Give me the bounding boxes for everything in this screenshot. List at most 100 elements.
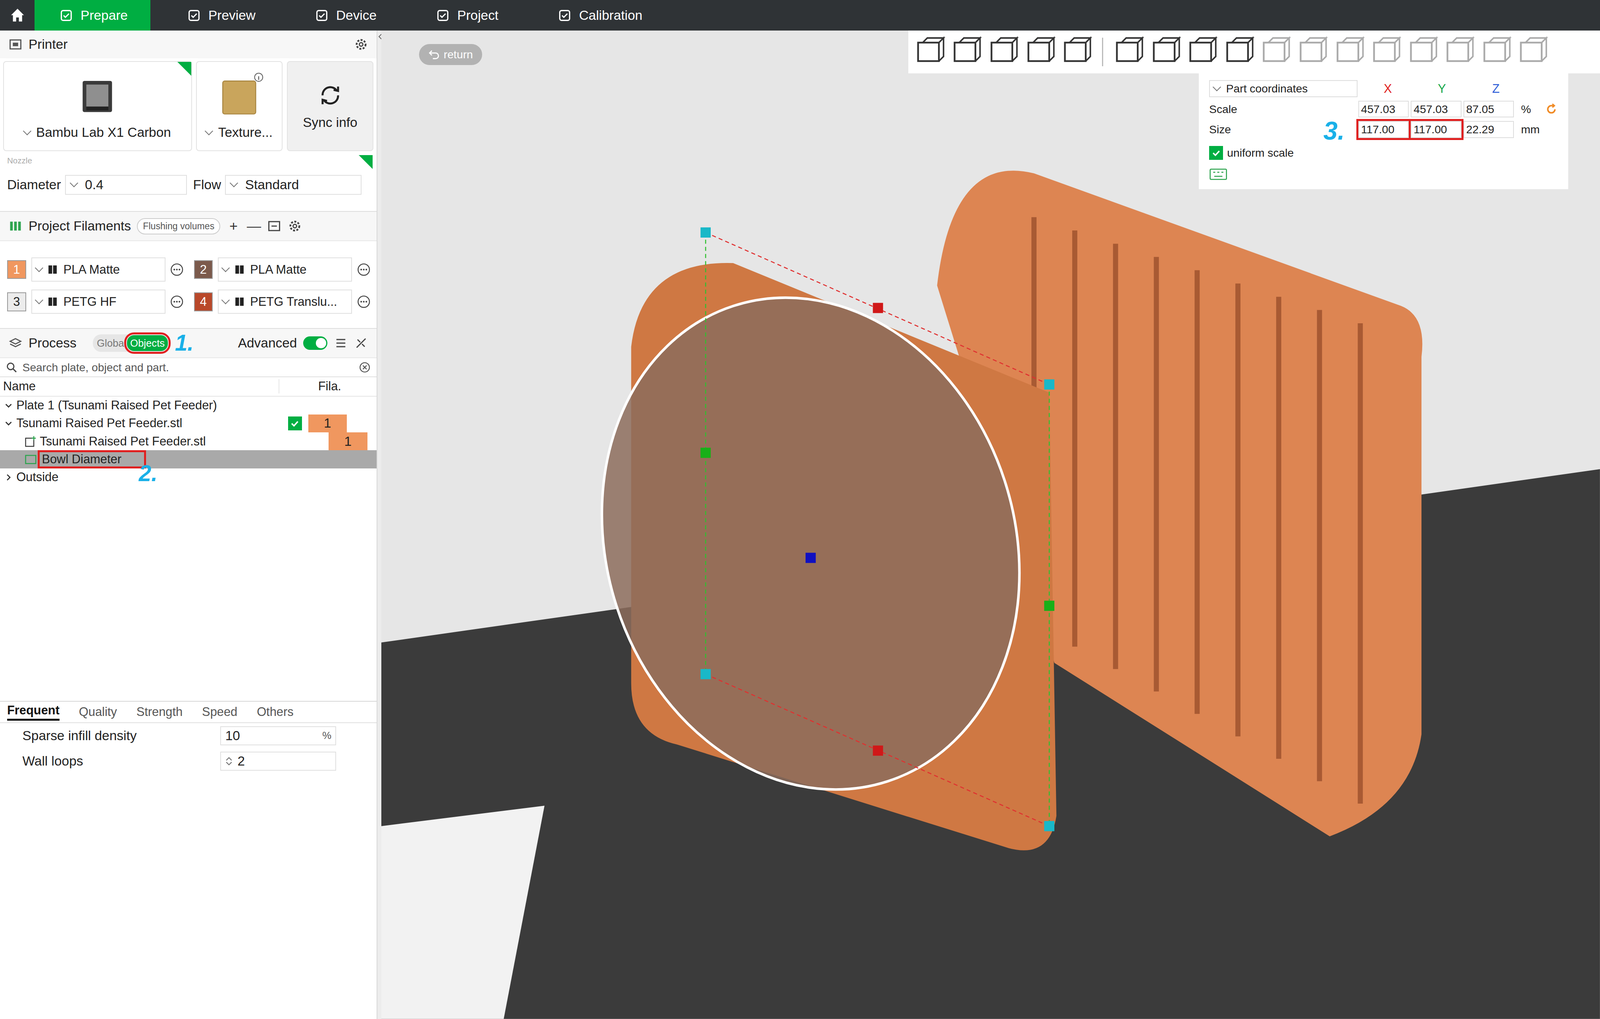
coords-input[interactable]: 457.03 — [1358, 100, 1409, 118]
remove-button[interactable]: — — [246, 217, 262, 235]
column-header: Name — [0, 379, 280, 394]
move-icon[interactable] — [1111, 34, 1146, 70]
filament-number[interactable]: 3 — [7, 292, 27, 312]
gear-icon[interactable] — [287, 219, 302, 234]
coords-input[interactable]: 117.00 — [1410, 121, 1462, 139]
expand-chevron-icon[interactable] — [3, 401, 14, 411]
filament-number[interactable]: 1 — [7, 260, 27, 280]
filament-select[interactable]: PETG HF — [31, 289, 166, 314]
coords-input[interactable]: 22.29 — [1463, 121, 1514, 139]
chevron-down-icon — [34, 263, 44, 273]
more-icon[interactable] — [170, 263, 184, 277]
add-object-icon[interactable] — [912, 34, 947, 70]
lay-on-face-icon[interactable] — [1221, 34, 1256, 70]
rotate-icon[interactable] — [1148, 34, 1183, 70]
settings-tab[interactable]: Frequent — [7, 703, 60, 722]
cut-icon[interactable] — [1257, 34, 1293, 70]
add-plate-icon[interactable] — [948, 34, 984, 70]
layers-icon[interactable] — [1059, 34, 1094, 70]
tree-row[interactable]: Tsunami Raised Pet Feeder.stl 1 — [0, 432, 377, 451]
reset-icon[interactable] — [1545, 103, 1558, 116]
diameter-select[interactable]: 0.4 — [65, 175, 187, 195]
more-icon[interactable] — [357, 295, 371, 309]
nav-tab[interactable]: Device — [290, 0, 399, 31]
more-icon[interactable] — [357, 263, 371, 277]
tree-row[interactable]: Plate 1 (Tsunami Raised Pet Feeder) — [0, 396, 377, 415]
tab-label: Device — [336, 7, 377, 24]
more-icon[interactable] — [170, 295, 184, 309]
expand-chevron-icon[interactable] — [3, 419, 14, 429]
coords-input[interactable]: 87.05 — [1463, 100, 1514, 118]
home-button[interactable] — [0, 0, 35, 31]
settings-tab[interactable]: Quality — [78, 705, 118, 720]
advanced-toggle[interactable] — [303, 336, 328, 350]
mode-option[interactable]: Globa — [93, 335, 127, 351]
boolean-icon[interactable] — [1294, 34, 1330, 70]
object-search[interactable]: Search plate, object and part. — [0, 358, 377, 378]
settings-tab[interactable]: Speed — [201, 705, 238, 720]
add-button[interactable]: + — [226, 217, 241, 235]
filament-badge[interactable]: 1 — [308, 414, 348, 433]
printer-select[interactable]: Bambu Lab X1 Carbon — [24, 125, 172, 141]
filament-select[interactable]: PLA Matte — [31, 257, 166, 282]
nav-tab[interactable]: Project — [411, 0, 521, 31]
tree-fila-cell — [308, 468, 348, 487]
return-button[interactable]: return — [419, 44, 483, 66]
filament-select[interactable]: PLA Matte — [217, 257, 352, 282]
3d-viewport[interactable]: returnPart coordinatesXYZScale457.03457.… — [381, 30, 1600, 1019]
support-paint-icon[interactable] — [1331, 34, 1367, 70]
arrange-icon[interactable] — [1022, 34, 1058, 70]
nav-tab[interactable]: Prepare — [34, 0, 150, 31]
gear-icon[interactable] — [353, 37, 369, 52]
text-icon[interactable] — [1405, 34, 1440, 70]
axis-label: Y — [1415, 81, 1468, 97]
filament-number[interactable]: 2 — [194, 260, 214, 280]
tree-row[interactable]: Outside — [0, 468, 377, 487]
tab-icon — [314, 8, 329, 23]
sync-filament-icon[interactable] — [267, 219, 282, 234]
coords-input[interactable]: 117.00 — [1358, 121, 1409, 139]
filament-select[interactable]: PETG Translu... — [217, 289, 352, 314]
printable-checkbox[interactable] — [288, 416, 302, 431]
plate-card[interactable]: Texture... — [196, 61, 283, 151]
setting-field[interactable]: 10% — [220, 726, 337, 746]
mode-option[interactable]: Objects — [126, 335, 168, 351]
spin-arrows-icon[interactable] — [225, 755, 233, 768]
filament-badge[interactable]: 1 — [328, 432, 368, 451]
scale-icon[interactable] — [1184, 34, 1220, 70]
nozzle-section: NozzleDiameter0.4FlowStandard — [0, 151, 377, 212]
settings-tab[interactable]: Strength — [136, 705, 183, 720]
setting-label: Sparse infill density — [22, 728, 221, 744]
coords-row: Scale457.03457.0387.05% — [1209, 98, 1561, 120]
settings-tab[interactable]: Others — [256, 705, 294, 720]
nav-tab[interactable]: Preview — [162, 0, 278, 31]
coordinate-mode-select[interactable]: Part coordinates — [1209, 80, 1358, 98]
clear-icon[interactable] — [359, 361, 371, 374]
setting-field[interactable]: 2 — [220, 751, 337, 772]
printer-card[interactable]: Bambu Lab X1 Carbon — [3, 61, 193, 151]
assembly-icon[interactable] — [1478, 34, 1514, 70]
tree-row[interactable]: Bowl Diameter2. — [0, 450, 377, 469]
plate-select[interactable]: Texture... — [205, 125, 273, 141]
sync-button[interactable]: Sync info — [286, 61, 374, 151]
flushing-button[interactable]: Flushing volumes — [136, 218, 221, 235]
auto-orient-icon[interactable] — [985, 34, 1021, 70]
measure-icon[interactable] — [1441, 34, 1477, 70]
chevron-down-icon — [34, 296, 44, 305]
nav-tab[interactable]: Calibration — [533, 0, 666, 31]
flow-select[interactable]: Standard — [225, 175, 362, 195]
coords-input[interactable]: 457.03 — [1410, 100, 1462, 118]
panel-splitter[interactable] — [377, 30, 382, 1019]
compare-icon[interactable] — [353, 336, 369, 351]
list-icon[interactable] — [333, 336, 349, 351]
keyboard-icon[interactable] — [1209, 168, 1228, 181]
seam-paint-icon[interactable] — [1368, 34, 1403, 70]
chevron-down-icon — [229, 178, 239, 188]
printer-icon — [8, 37, 23, 52]
tree-row[interactable]: Tsunami Raised Pet Feeder.stl1 — [0, 414, 377, 433]
uniform-scale-checkbox[interactable] — [1209, 146, 1224, 160]
expand-chevron-icon[interactable] — [3, 473, 14, 483]
filament-number[interactable]: 4 — [194, 292, 214, 312]
fit-icon[interactable] — [1515, 34, 1550, 70]
tree-name-cell: Tsunami Raised Pet Feeder.stl — [0, 434, 302, 449]
